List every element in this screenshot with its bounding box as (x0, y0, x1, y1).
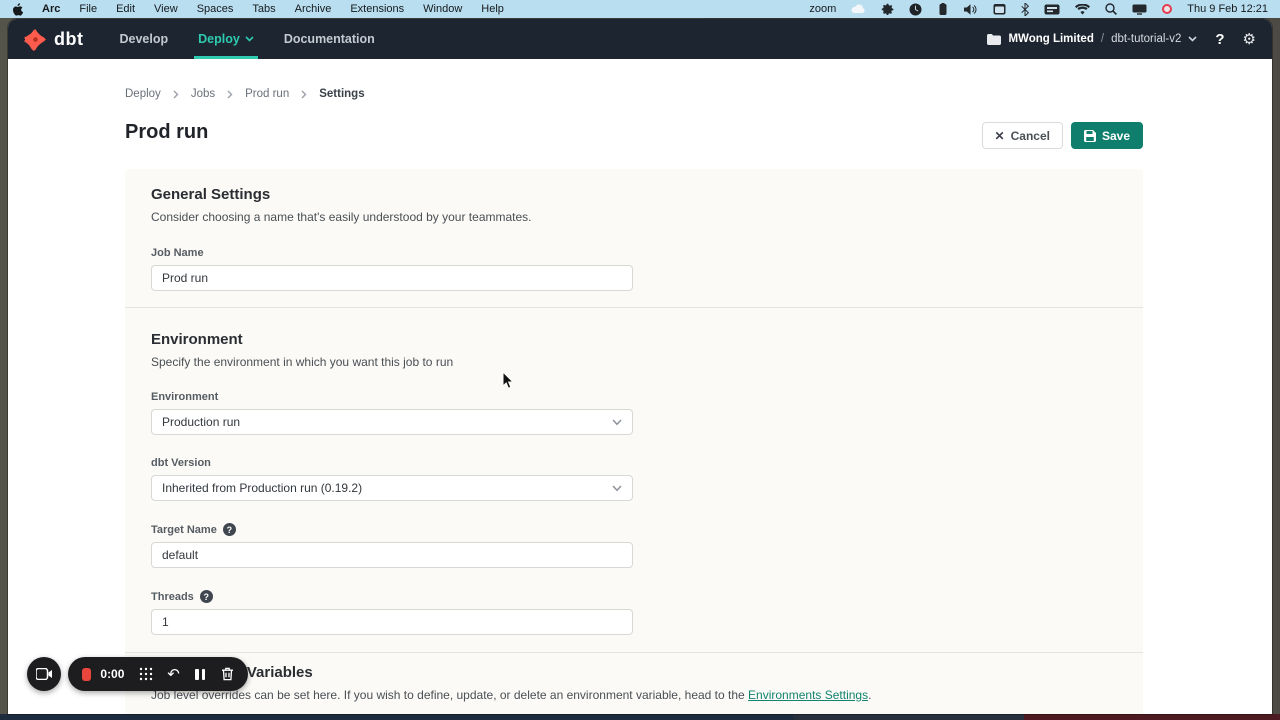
nav-documentation[interactable]: Documentation (284, 19, 375, 59)
environment-select[interactable]: Production run (151, 409, 633, 435)
nav-deploy[interactable]: Deploy (198, 19, 254, 59)
folder-icon (987, 34, 1001, 45)
general-settings-section: General Settings Consider choosing a nam… (125, 169, 1143, 307)
breadcrumb-separator-icon (227, 90, 233, 99)
dbt-logo-icon (24, 28, 47, 51)
display-mirroring-icon[interactable] (1132, 4, 1147, 15)
wifi-status-icon[interactable] (1075, 4, 1090, 15)
help-icon[interactable]: ? (1215, 31, 1224, 48)
breadcrumb-separator-icon (173, 90, 179, 99)
video-camera-icon (36, 668, 53, 680)
dbt-logo[interactable]: dbt (24, 28, 83, 51)
battery-status-icon[interactable] (937, 3, 949, 16)
trash-icon (221, 667, 234, 681)
undo-icon: ↶ (167, 667, 180, 682)
bluetooth-status-icon[interactable] (1021, 3, 1029, 16)
dbt-app-header: dbt Develop Deploy Documentation MWong L… (8, 19, 1272, 59)
account-name: MWong Limited (1008, 33, 1093, 45)
stop-record-button[interactable] (82, 668, 91, 681)
breadcrumb-jobs[interactable]: Jobs (191, 88, 215, 100)
camera-toggle-button[interactable] (27, 657, 61, 691)
menubar-item-help[interactable]: Help (481, 3, 504, 15)
general-settings-heading: General Settings (151, 186, 1117, 203)
zoom-menu-item[interactable]: zoom (809, 3, 836, 15)
menubar-clock: Thu 9 Feb 12:21 (1187, 3, 1268, 15)
delete-recording-button[interactable] (221, 665, 234, 683)
threads-label: Threads ? (151, 590, 1117, 603)
menubar-item-extensions[interactable]: Extensions (350, 3, 404, 15)
environment-section: Environment Specify the environment in w… (125, 308, 1143, 652)
breadcrumb-prod-run[interactable]: Prod run (245, 88, 289, 100)
page-title: Prod run (125, 121, 208, 144)
primary-nav: Develop Deploy Documentation (119, 19, 374, 59)
desktop-background-strip (0, 714, 1280, 720)
cancel-button[interactable]: ✕ Cancel (982, 122, 1063, 149)
keyboard-layout-icon[interactable] (1044, 4, 1060, 15)
target-name-label: Target Name ? (151, 523, 1117, 536)
account-project-switcher[interactable]: MWong Limited / dbt-tutorial-v2 (987, 33, 1197, 45)
calendar-status-icon[interactable] (993, 3, 1006, 15)
close-icon: ✕ (995, 129, 1005, 143)
chevron-down-icon (245, 36, 254, 42)
job-settings-card: General Settings Consider choosing a nam… (125, 169, 1143, 714)
drag-handle-icon[interactable] (139, 665, 153, 683)
job-name-label: Job Name (151, 247, 1117, 259)
environment-variables-section: Environment Variables Job level override… (125, 653, 1143, 714)
save-button[interactable]: Save (1071, 122, 1143, 149)
spotlight-search-icon[interactable] (1105, 3, 1117, 15)
environment-variables-description: Job level overrides can be set here. If … (151, 688, 1117, 702)
nav-develop[interactable]: Develop (119, 19, 168, 59)
dbt-version-label: dbt Version (151, 457, 1117, 469)
environment-variables-heading: Environment Variables (151, 664, 1117, 681)
breadcrumb: Deploy Jobs Prod run Settings (125, 88, 365, 100)
recording-timer: 0:00 (100, 667, 125, 681)
macos-menubar: Arc File Edit View Spaces Tabs Archive E… (0, 0, 1280, 18)
target-name-input[interactable] (151, 542, 633, 568)
clock-status-icon[interactable] (909, 3, 922, 16)
menubar-item-spaces[interactable]: Spaces (197, 3, 234, 15)
breadcrumb-settings: Settings (319, 88, 364, 100)
pause-icon (195, 669, 205, 680)
pause-recording-button[interactable] (194, 665, 207, 683)
job-name-input[interactable] (151, 265, 633, 291)
dbt-logo-text: dbt (54, 29, 83, 50)
save-icon (1084, 130, 1096, 142)
cloud-status-icon[interactable] (851, 4, 866, 14)
menubar-item-edit[interactable]: Edit (116, 3, 135, 15)
breadcrumb-separator-icon (301, 90, 307, 99)
apple-menu-icon[interactable] (12, 3, 23, 16)
account-separator: / (1101, 33, 1104, 45)
gear-icon[interactable]: ⚙ (1243, 32, 1256, 47)
chevron-down-icon (612, 485, 622, 492)
threads-help-icon[interactable]: ? (200, 590, 213, 603)
target-name-help-icon[interactable]: ? (223, 523, 236, 536)
settings-gear-status-icon[interactable] (881, 3, 894, 16)
dbt-version-select[interactable]: Inherited from Production run (0.19.2) (151, 475, 633, 501)
environment-heading: Environment (151, 331, 1117, 348)
recording-toolbar: 0:00 ↶ (68, 657, 248, 691)
chevron-down-icon (612, 419, 622, 426)
screen-recording-indicator-icon[interactable] (1162, 4, 1172, 14)
environments-settings-link[interactable]: Environments Settings (748, 688, 868, 702)
environment-description: Specify the environment in which you wan… (151, 355, 1117, 369)
menubar-item-archive[interactable]: Archive (295, 3, 332, 15)
general-settings-description: Consider choosing a name that's easily u… (151, 210, 1117, 224)
chevron-down-icon (1188, 36, 1197, 42)
restart-recording-button[interactable]: ↶ (167, 665, 180, 683)
browser-window: dbt Develop Deploy Documentation MWong L… (8, 19, 1272, 714)
breadcrumb-deploy[interactable]: Deploy (125, 88, 161, 100)
page-content: Deploy Jobs Prod run Settings Prod run ✕… (8, 59, 1272, 714)
menubar-item-file[interactable]: File (79, 3, 97, 15)
menubar-item-view[interactable]: View (154, 3, 178, 15)
environment-select-label: Environment (151, 391, 1117, 403)
volume-status-icon[interactable] (964, 4, 978, 15)
menubar-app-name[interactable]: Arc (42, 3, 60, 15)
menubar-item-tabs[interactable]: Tabs (252, 3, 275, 15)
menubar-item-window[interactable]: Window (423, 3, 462, 15)
threads-input[interactable] (151, 609, 633, 635)
project-name: dbt-tutorial-v2 (1111, 33, 1181, 45)
